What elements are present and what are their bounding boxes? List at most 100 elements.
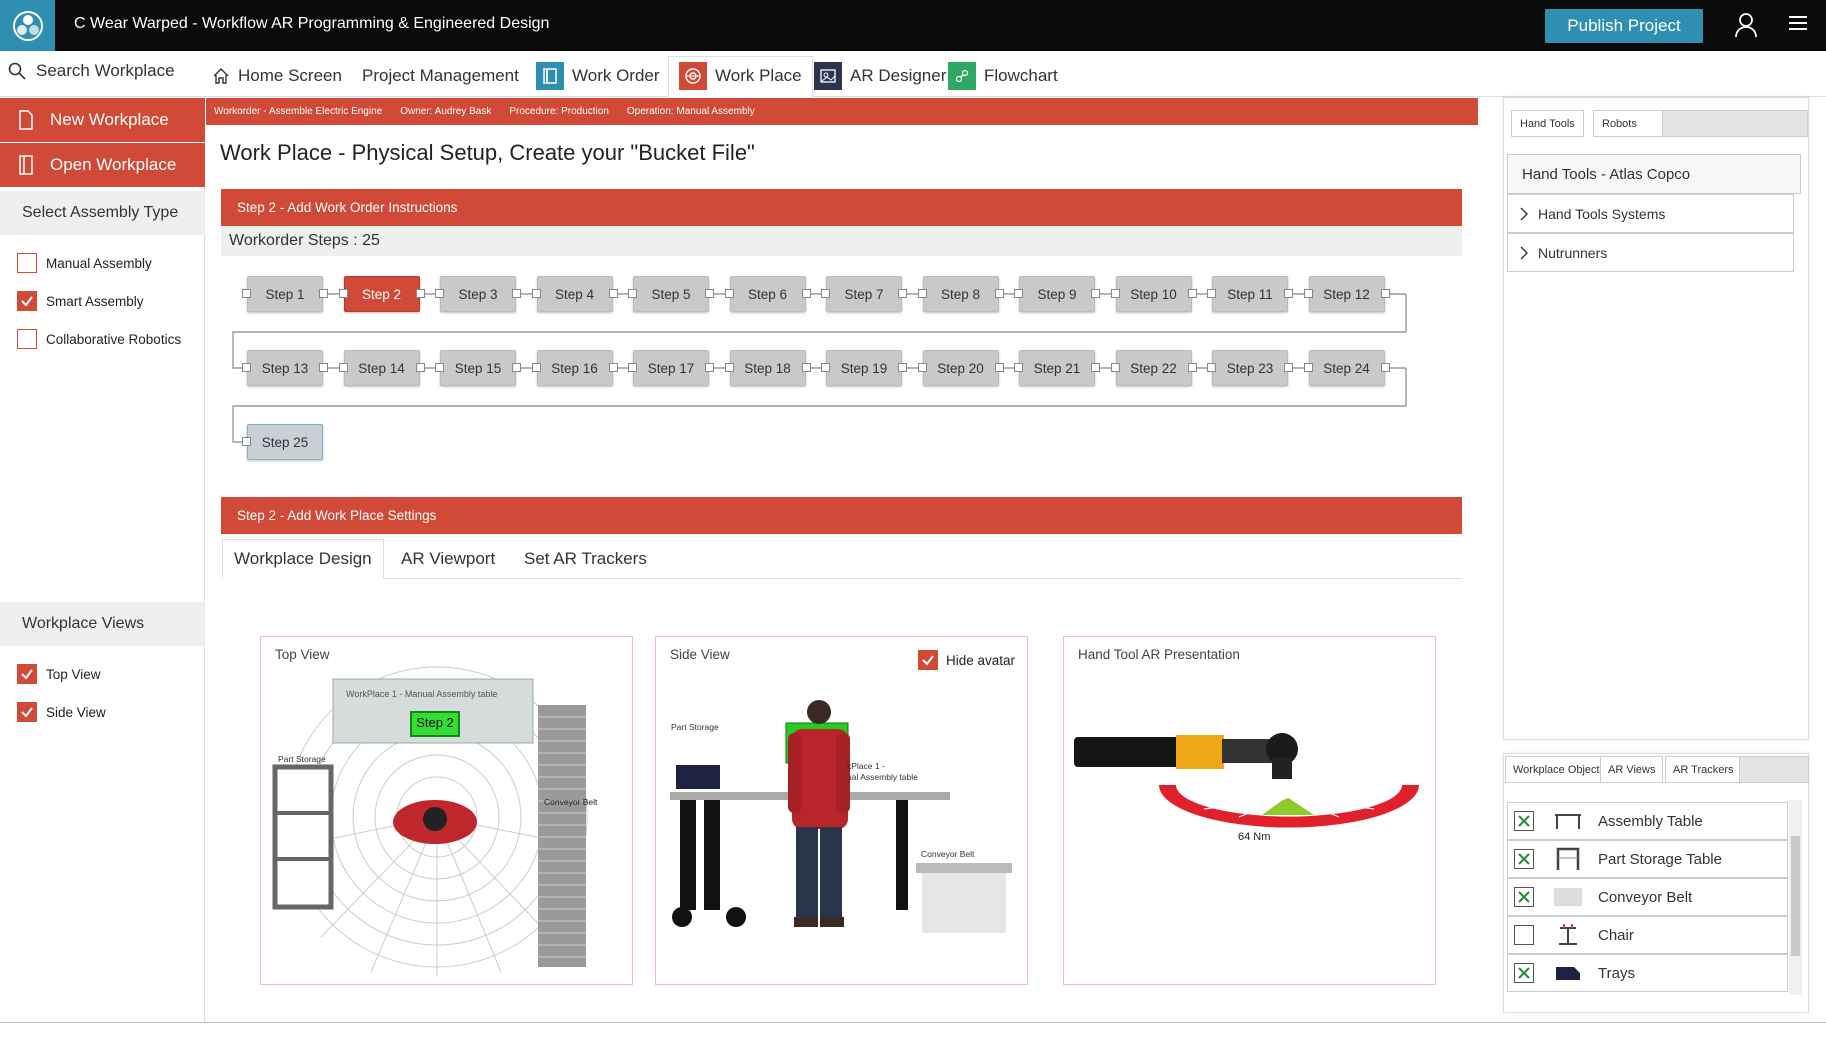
workorder-step[interactable]: Step 9: [1019, 276, 1095, 312]
workorder-step[interactable]: Step 3: [440, 276, 516, 312]
open-workplace-button[interactable]: Open Workplace: [0, 143, 205, 187]
object-row-conveyor-belt[interactable]: Conveyor Belt: [1507, 878, 1788, 916]
nav-ar-designer[interactable]: AR Designer: [814, 58, 946, 94]
top-view-panel[interactable]: Top View WorkPlace 1 - Manual Assembly t…: [260, 636, 633, 985]
workorder-step[interactable]: Step 6: [729, 276, 806, 312]
hand-tool-canvas[interactable]: [1064, 637, 1436, 985]
step-output-port[interactable]: [608, 289, 618, 298]
workorder-step[interactable]: Step 7: [826, 276, 902, 312]
step-output-port[interactable]: [319, 363, 328, 372]
workorder-step[interactable]: Step 19: [826, 350, 902, 386]
workorder-step[interactable]: Step 20: [922, 350, 999, 386]
checkbox-smart-assembly[interactable]: [17, 291, 37, 311]
step-input-port[interactable]: [242, 437, 251, 446]
workorder-step[interactable]: Step 22: [1115, 350, 1192, 386]
view-top[interactable]: Top View: [17, 664, 101, 684]
object-row-part-storage-table[interactable]: Part Storage Table: [1507, 840, 1788, 878]
side-view-canvas[interactable]: [656, 637, 1028, 985]
tab-workplace-object[interactable]: Workplace Object: [1505, 756, 1608, 783]
tab-robots[interactable]: Robots: [1593, 110, 1663, 137]
search-workplace[interactable]: Search Workplace: [8, 61, 175, 81]
step-output-port[interactable]: [994, 289, 1004, 298]
workorder-step[interactable]: Step 12: [1308, 276, 1385, 312]
step-input-port[interactable]: [1110, 289, 1120, 298]
step-input-port[interactable]: [435, 363, 444, 372]
step-input-port[interactable]: [821, 363, 830, 372]
step-output-port[interactable]: [608, 363, 618, 372]
step-input-port[interactable]: [1303, 363, 1313, 372]
step-output-port[interactable]: [994, 363, 1004, 372]
step-output-port[interactable]: [1091, 289, 1100, 298]
step-output-port[interactable]: [415, 363, 425, 372]
workorder-step[interactable]: Step 11: [1212, 276, 1288, 312]
checkbox-side-view[interactable]: [17, 702, 37, 722]
checkbox-trays[interactable]: [1514, 963, 1534, 983]
step-input-port[interactable]: [435, 289, 444, 298]
tab-ar-views[interactable]: AR Views: [1600, 756, 1664, 783]
step-output-port[interactable]: [898, 363, 907, 372]
step-output-port[interactable]: [1284, 363, 1293, 372]
object-row-assembly-table[interactable]: Assembly Table: [1507, 802, 1788, 840]
step-input-port[interactable]: [338, 289, 348, 298]
hand-tool-panel[interactable]: Hand Tool AR Presentation 64 Nm: [1063, 636, 1436, 985]
step-output-port[interactable]: [801, 289, 811, 298]
step-output-port[interactable]: [415, 289, 425, 298]
step-output-port[interactable]: [705, 289, 714, 298]
step-input-port[interactable]: [242, 289, 251, 298]
step-input-port[interactable]: [917, 363, 927, 372]
nav-flowchart[interactable]: Flowchart: [948, 58, 1058, 94]
nav-work-order[interactable]: Work Order: [536, 58, 660, 94]
step-input-port[interactable]: [1303, 289, 1313, 298]
step-input-port[interactable]: [1014, 363, 1023, 372]
workorder-step[interactable]: Step 24: [1308, 350, 1385, 386]
app-logo-icon[interactable]: [0, 0, 55, 51]
step-input-port[interactable]: [1207, 363, 1216, 372]
nav-home-screen[interactable]: Home Screen: [212, 58, 342, 94]
assembly-type-manual[interactable]: Manual Assembly: [17, 253, 152, 273]
hand-tools-systems-row[interactable]: Hand Tools Systems: [1507, 194, 1794, 233]
workorder-step[interactable]: Step 21: [1019, 350, 1095, 386]
step-input-port[interactable]: [628, 289, 637, 298]
tab-workplace-design[interactable]: Workplace Design: [222, 539, 384, 579]
step-input-port[interactable]: [242, 363, 251, 372]
step-output-port[interactable]: [1187, 289, 1197, 298]
step-output-port[interactable]: [801, 363, 811, 372]
new-workplace-button[interactable]: New Workplace: [0, 98, 205, 142]
step-input-port[interactable]: [917, 289, 927, 298]
workorder-step[interactable]: Step 13: [247, 350, 323, 386]
step-output-port[interactable]: [1380, 289, 1390, 298]
checkbox-collaborative-robotics[interactable]: [17, 329, 37, 349]
step-output-port[interactable]: [319, 289, 328, 298]
step-input-port[interactable]: [724, 289, 734, 298]
step-input-port[interactable]: [628, 363, 637, 372]
workorder-step[interactable]: Step 8: [922, 276, 999, 312]
side-view-panel[interactable]: Side View Hide avatar Part Storage kPlac…: [655, 636, 1028, 985]
step-input-port[interactable]: [338, 363, 348, 372]
workorder-step[interactable]: Step 5: [633, 276, 709, 312]
workorder-step[interactable]: Step 18: [729, 350, 806, 386]
workorder-step[interactable]: Step 23: [1212, 350, 1288, 386]
step-output-port[interactable]: [512, 289, 521, 298]
step-output-port[interactable]: [1187, 363, 1197, 372]
step-input-port[interactable]: [1014, 289, 1023, 298]
tab-hand-tools[interactable]: Hand Tools: [1511, 110, 1584, 137]
step-output-port[interactable]: [1284, 289, 1293, 298]
step-input-port[interactable]: [1207, 289, 1216, 298]
step-output-port[interactable]: [1091, 363, 1100, 372]
step-output-port[interactable]: [705, 363, 714, 372]
checkbox-part-storage-table[interactable]: [1514, 849, 1534, 869]
step-output-port[interactable]: [1380, 363, 1390, 372]
object-row-chair[interactable]: Chair: [1507, 916, 1788, 954]
step-input-port[interactable]: [531, 363, 541, 372]
checkbox-assembly-table[interactable]: [1514, 811, 1534, 831]
nav-work-place[interactable]: Work Place: [668, 56, 813, 97]
nav-project-management[interactable]: Project Management: [362, 58, 519, 94]
workorder-step[interactable]: Step 17: [633, 350, 709, 386]
checkbox-chair[interactable]: [1514, 925, 1534, 945]
checkbox-conveyor-belt[interactable]: [1514, 887, 1534, 907]
workorder-step[interactable]: Step 14: [343, 350, 420, 386]
assembly-type-collaborative[interactable]: Collaborative Robotics: [17, 329, 181, 349]
view-side[interactable]: Side View: [17, 702, 106, 722]
step-output-port[interactable]: [898, 289, 907, 298]
workorder-step[interactable]: Step 15: [440, 350, 516, 386]
